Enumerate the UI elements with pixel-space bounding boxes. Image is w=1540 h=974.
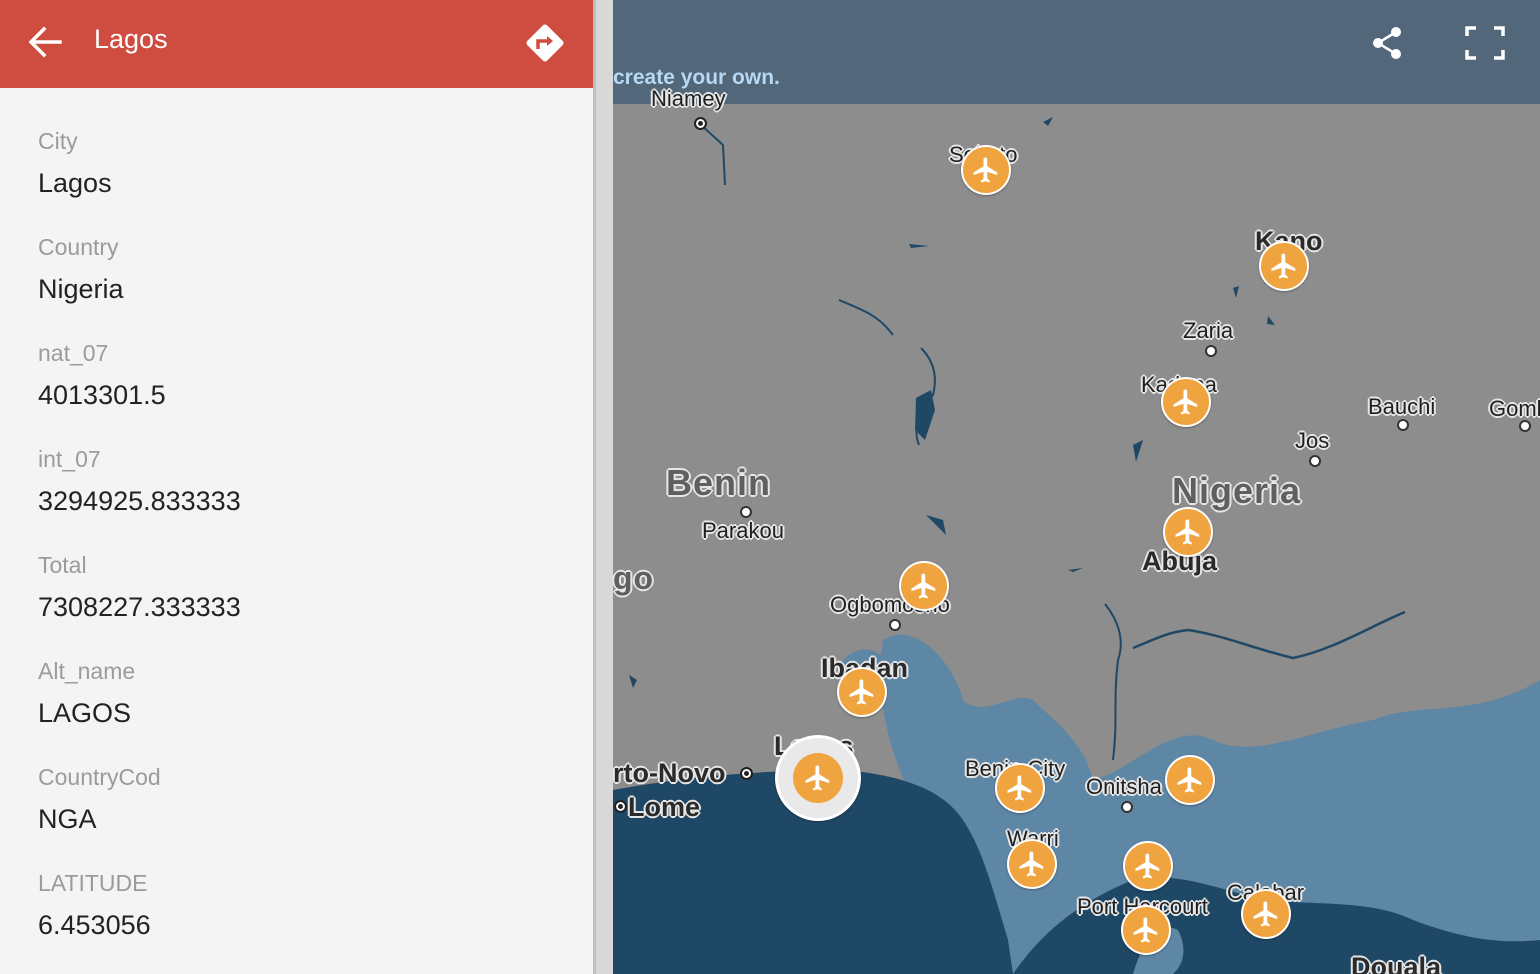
arrow-left-icon xyxy=(28,26,62,58)
field-label: int_07 xyxy=(38,446,101,472)
place-label-niamey: Niamey xyxy=(651,86,726,111)
field-value: 4013301.5 xyxy=(38,380,166,410)
airport-marker-sokoto[interactable] xyxy=(961,145,1011,195)
airport-marker-benin-city[interactable] xyxy=(995,763,1045,813)
city-dot xyxy=(1397,419,1409,431)
field-value: 6.453056 xyxy=(38,910,151,940)
field-value: 3294925.833333 xyxy=(38,486,241,516)
place-label-porto-novo: rto-Novo xyxy=(613,758,726,788)
map-top-bar: create your own. xyxy=(613,0,1540,104)
detail-panel: Lagos City Lagos Country Nigeria nat_07 … xyxy=(0,0,593,974)
field-label: Alt_name xyxy=(38,658,136,684)
airport-marker-warri[interactable] xyxy=(1007,839,1057,889)
airport-marker-kaduna[interactable] xyxy=(1161,377,1211,427)
panel-resize-handle[interactable] xyxy=(593,0,613,974)
airplane-icon xyxy=(1131,915,1161,945)
fullscreen-button[interactable] xyxy=(1463,24,1507,62)
field-label: City xyxy=(38,128,78,154)
capital-dot xyxy=(694,117,707,130)
airport-marker-abuja[interactable] xyxy=(1163,507,1213,557)
field-value: 7308227.333333 xyxy=(38,592,241,622)
place-label-bauchi: Bauchi xyxy=(1368,394,1436,419)
directions-icon xyxy=(526,24,564,62)
city-dot xyxy=(1309,455,1321,467)
airplane-icon xyxy=(909,571,939,601)
airport-marker-ilorin[interactable] xyxy=(899,561,949,611)
airport-marker-enugu[interactable] xyxy=(1165,755,1215,805)
field-label: Country xyxy=(38,234,119,260)
airport-marker-lagos-selected[interactable] xyxy=(775,735,861,821)
city-dot xyxy=(1121,801,1133,813)
field-value: NGA xyxy=(38,804,97,834)
field-value: Nigeria xyxy=(38,274,124,304)
capital-dot xyxy=(740,767,753,780)
place-label-parakou: Parakou xyxy=(702,518,784,543)
airplane-icon xyxy=(971,155,1001,185)
airplane-icon xyxy=(1017,849,1047,879)
field-value: Lagos xyxy=(38,168,112,198)
city-dot xyxy=(1205,345,1217,357)
airport-marker-port-harcourt[interactable] xyxy=(1121,905,1171,955)
share-button[interactable] xyxy=(1369,24,1407,62)
airplane-icon xyxy=(1251,899,1281,929)
field-label: LATITUDE xyxy=(38,870,148,896)
airplane-icon xyxy=(1005,773,1035,803)
airplane-icon xyxy=(1173,517,1203,547)
airplane-icon xyxy=(1175,765,1205,795)
place-label-onitsha: Onitsha xyxy=(1086,774,1162,799)
airplane-icon xyxy=(1171,387,1201,417)
place-label-zaria: Zaria xyxy=(1183,318,1234,343)
panel-header: Lagos xyxy=(0,0,593,88)
city-dot xyxy=(889,619,901,631)
directions-button[interactable] xyxy=(518,16,572,70)
field-label: Total xyxy=(38,552,87,578)
country-label-nigeria: Nigeria xyxy=(1172,470,1302,511)
share-icon xyxy=(1373,27,1401,59)
city-dot xyxy=(1519,420,1531,432)
airport-marker-calabar[interactable] xyxy=(1241,889,1291,939)
place-label-jos: Jos xyxy=(1295,428,1330,453)
place-label-lome: Lome xyxy=(628,792,701,822)
field-value: LAGOS xyxy=(38,698,132,728)
airplane-icon xyxy=(1269,251,1299,281)
country-label-togo: go xyxy=(613,560,655,596)
capital-dot xyxy=(614,800,627,813)
field-label: nat_07 xyxy=(38,340,109,366)
airport-marker-kano[interactable] xyxy=(1259,241,1309,291)
city-dot xyxy=(740,506,752,518)
place-label-douala: Douala xyxy=(1351,952,1442,974)
field-label: CountryCod xyxy=(38,764,161,790)
airport-marker-owerri[interactable] xyxy=(1123,841,1173,891)
panel-title: Lagos xyxy=(94,24,168,54)
airplane-icon xyxy=(1133,851,1163,881)
airplane-icon xyxy=(847,677,877,707)
selected-marker-inner xyxy=(793,753,843,803)
map-view[interactable]: create your own. Niamey Sokoto Kano Zari… xyxy=(613,0,1540,974)
back-button[interactable] xyxy=(22,20,70,64)
fullscreen-icon xyxy=(1465,26,1505,60)
airplane-icon xyxy=(803,763,833,793)
country-label-benin: Benin xyxy=(666,462,772,503)
airport-marker-ibadan[interactable] xyxy=(837,667,887,717)
place-label-gombe: Gomb xyxy=(1489,396,1540,421)
